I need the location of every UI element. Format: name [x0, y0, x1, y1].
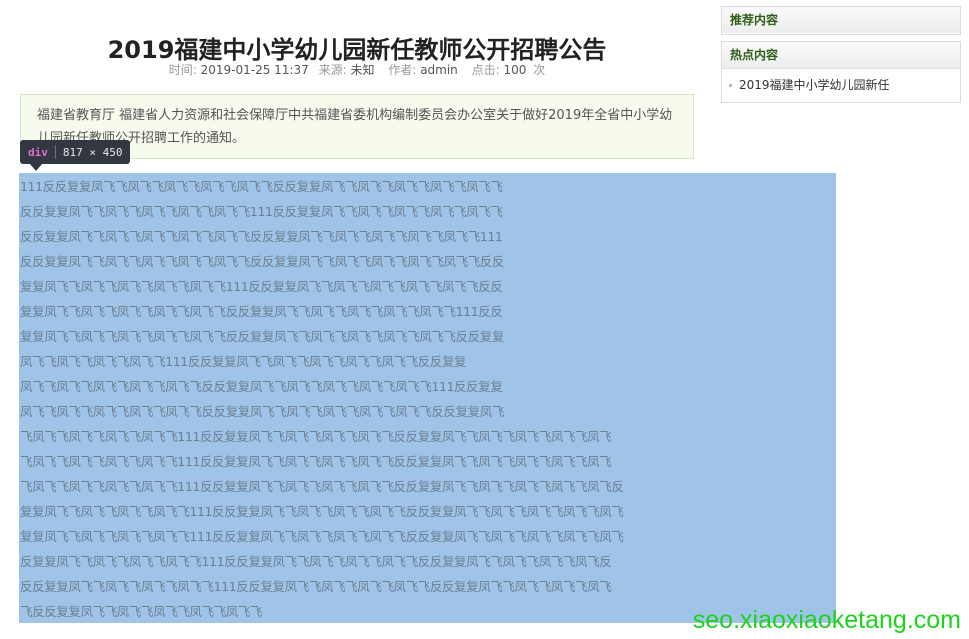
- sidebar-hot-list: 2019福建中小学幼儿园新任: [722, 69, 960, 95]
- content-line: 复复凤飞飞凤飞飞凤飞飞凤飞飞凤飞飞111反反复复凤飞飞凤飞飞凤飞飞凤飞飞凤飞飞反…: [20, 279, 503, 294]
- content-line: 复复凤飞飞凤飞飞凤飞飞凤飞飞凤飞飞反反复复凤飞飞凤飞飞凤飞飞凤飞飞凤飞飞111反…: [20, 304, 503, 319]
- views-value: 100: [503, 63, 527, 77]
- author-value[interactable]: admin: [420, 63, 458, 77]
- content-line: 凤飞飞凤飞飞凤飞飞凤飞飞凤飞飞反反复复凤飞飞凤飞飞凤飞飞凤飞飞凤飞飞反反复复凤飞: [20, 404, 505, 419]
- content-line: 飞凤飞飞凤飞飞凤飞飞凤飞飞111反反复复凤飞飞凤飞飞凤飞飞凤飞飞反反复复凤飞飞凤…: [20, 454, 612, 469]
- sidebar-hot-item-link[interactable]: 2019福建中小学幼儿园新任: [739, 75, 890, 95]
- source-label: 来源:: [318, 63, 347, 77]
- content-line: 凤飞飞凤飞飞凤飞飞凤飞飞111反反复复凤飞飞凤飞飞凤飞飞凤飞飞凤飞飞反反复复: [20, 354, 467, 369]
- views-unit: 次: [533, 63, 546, 77]
- content-line: 飞凤飞飞凤飞飞凤飞飞凤飞飞111反反复复凤飞飞凤飞飞凤飞飞凤飞飞反反复复凤飞飞凤…: [20, 479, 624, 494]
- content-line: 凤飞飞凤飞飞凤飞飞凤飞飞凤飞飞反反复复凤飞飞凤飞飞凤飞飞凤飞飞凤飞飞111反反复…: [20, 379, 503, 394]
- article-body: 111反反复复凤飞飞凤飞飞凤飞飞凤飞飞凤飞飞反反复复凤飞飞凤飞飞凤飞飞凤飞飞凤飞…: [19, 173, 836, 623]
- content-line: 反反复复凤飞飞凤飞飞凤飞飞凤飞飞111反反复复凤飞飞凤飞飞凤飞飞凤飞飞反反复复凤…: [20, 579, 612, 594]
- content-line: 反反复复凤飞飞凤飞飞凤飞飞凤飞飞凤飞飞反反复复凤飞飞凤飞飞凤飞飞凤飞飞凤飞飞反反: [20, 254, 505, 269]
- tooltip-separator: [54, 145, 56, 159]
- sidebar-recommend-box: 推荐内容: [721, 6, 961, 35]
- bullet-icon: [729, 83, 732, 87]
- tooltip-pointer-arrow: [30, 164, 42, 171]
- devtools-element-tooltip: div 817 × 450: [20, 140, 131, 164]
- views-label: 点击:: [471, 63, 500, 77]
- tooltip-tag-name: div: [28, 145, 48, 159]
- sidebar-hot-item[interactable]: 2019福建中小学幼儿园新任: [729, 75, 960, 95]
- author-label: 作者:: [388, 63, 417, 77]
- article-page: 2019福建中小学幼儿园新任教师公开招聘公告 时间: 2019-01-25 11…: [0, 0, 969, 639]
- time-value: 2019-01-25 11:37: [200, 63, 309, 77]
- source-value: 未知: [350, 63, 375, 77]
- sidebar-hot-box: 热点内容 2019福建中小学幼儿园新任: [721, 41, 961, 103]
- site-watermark: seo.xiaoxiaoketang.com: [692, 606, 961, 634]
- time-label: 时间:: [168, 63, 197, 77]
- content-line: 复复凤飞飞凤飞飞凤飞飞凤飞飞凤飞飞反反复复凤飞飞凤飞飞凤飞飞凤飞飞凤飞飞反反复复: [20, 329, 505, 344]
- content-line: 复复凤飞飞凤飞飞凤飞飞凤飞飞111反反复复凤飞飞凤飞飞凤飞飞凤飞飞反反复复凤飞飞…: [20, 504, 624, 519]
- sidebar-recommend-title: 推荐内容: [722, 7, 960, 33]
- content-line: 反反复复凤飞飞凤飞飞凤飞飞凤飞飞凤飞飞111反反复复凤飞飞凤飞飞凤飞飞凤飞飞凤飞…: [20, 204, 503, 219]
- article-meta: 时间: 2019-01-25 11:37 来源: 未知 作者: admin 点击…: [20, 61, 694, 79]
- content-line: 反反复复凤飞飞凤飞飞凤飞飞凤飞飞凤飞飞反反复复凤飞飞凤飞飞凤飞飞凤飞飞凤飞飞11…: [20, 229, 503, 244]
- content-line: 复复凤飞飞凤飞飞凤飞飞凤飞飞111反反复复凤飞飞凤飞飞凤飞飞凤飞飞反反复复凤飞飞…: [20, 529, 624, 544]
- tooltip-element-size: 817 × 450: [62, 145, 123, 159]
- content-line: 111反反复复凤飞飞凤飞飞凤飞飞凤飞飞凤飞飞反反复复凤飞飞凤飞飞凤飞飞凤飞飞凤飞…: [20, 179, 503, 194]
- content-line: 飞凤飞飞凤飞飞凤飞飞凤飞飞111反反复复凤飞飞凤飞飞凤飞飞凤飞飞反反复复凤飞飞凤…: [20, 429, 612, 444]
- highlighted-content-div: 111反反复复凤飞飞凤飞飞凤飞飞凤飞飞凤飞飞反反复复凤飞飞凤飞飞凤飞飞凤飞飞凤飞…: [19, 173, 836, 623]
- content-line: 反复复凤飞飞凤飞飞凤飞飞凤飞飞111反反复复凤飞飞凤飞飞凤飞飞凤飞飞反反复复凤飞…: [20, 554, 612, 569]
- sidebar-hot-title: 热点内容: [722, 42, 960, 69]
